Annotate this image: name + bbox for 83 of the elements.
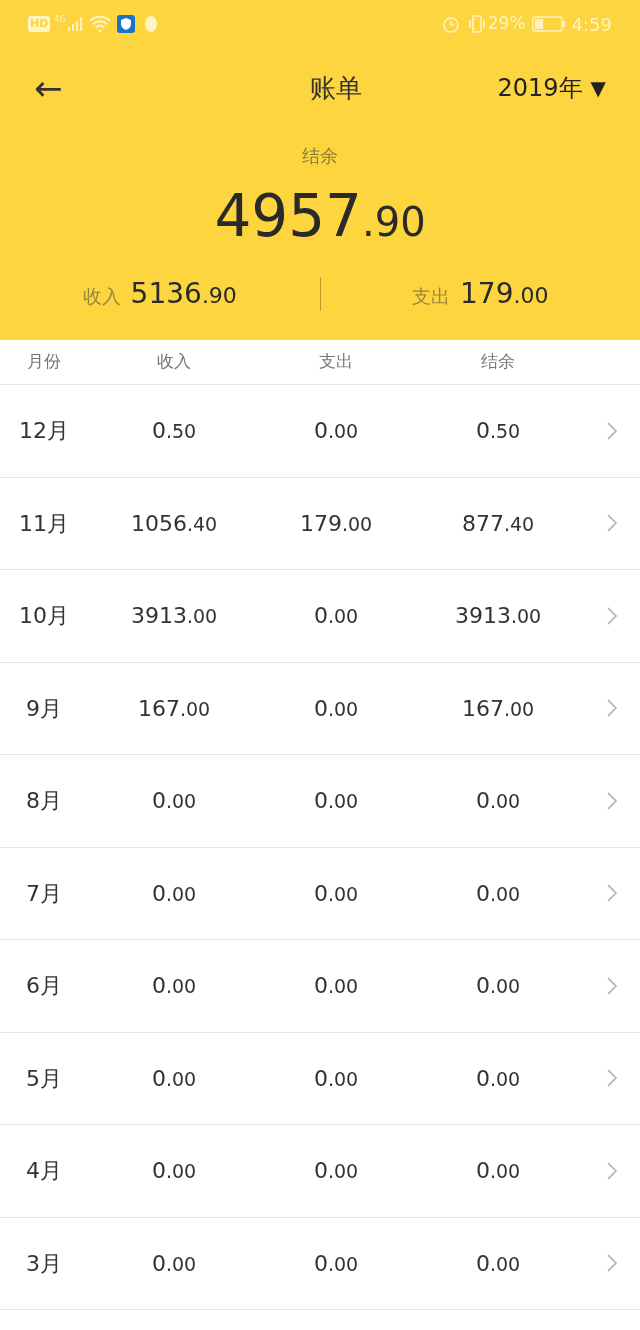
expense-cell-text: 0.00	[313, 1157, 359, 1186]
balance-cell-text: 167.00	[461, 694, 535, 723]
column-header: 支出	[319, 350, 353, 374]
income-cell-text: 0.00	[151, 879, 197, 908]
month-cell-text: 9月	[26, 694, 62, 723]
summary-label: 支出	[412, 284, 450, 309]
column-header: 月份	[27, 350, 61, 374]
month-row[interactable]: 10月 3913.00 0.00 3913.00	[0, 570, 640, 663]
summary-label: 收入	[82, 284, 121, 309]
chevron-right-icon	[606, 420, 618, 441]
month-row[interactable]: 9月 167.00 0.00 167.00	[0, 662, 640, 755]
chevron-right-icon	[606, 1160, 618, 1181]
month-row[interactable]: 8月 0.00 0.00 0.00	[0, 755, 640, 848]
month-cell-text: 4月	[26, 1157, 62, 1186]
network-type: 4G	[54, 14, 66, 26]
balance-cell-text: 0.00	[475, 972, 521, 1001]
clock-time: 4:59	[571, 12, 612, 37]
balance-cell-text: 3913.00	[454, 602, 542, 631]
balance-amount: 4957.90	[214, 187, 426, 245]
expense-cell-text: 0.00	[313, 602, 359, 631]
expense-cell-text: 0.00	[313, 879, 359, 908]
month-row[interactable]: 4月 0.00 0.00 0.00	[0, 1125, 640, 1218]
wifi-icon	[88, 15, 111, 33]
month-cell-text: 10月	[19, 602, 69, 631]
income-cell-text: 0.00	[151, 972, 197, 1001]
chevron-right-icon	[606, 883, 618, 904]
balance-cell-text: 877.40	[461, 509, 535, 538]
expense-cell-text: 0.00	[313, 417, 359, 446]
month-cell-text: 8月	[26, 787, 62, 816]
month-row[interactable]: 11月 1056.40 179.00 877.40	[0, 477, 640, 570]
chevron-right-icon	[606, 1253, 618, 1274]
battery-percent: 29%	[487, 12, 526, 36]
chevron-right-icon	[606, 790, 618, 811]
expense-cell-text: 0.00	[313, 1064, 359, 1093]
balance-cell-text: 0.00	[475, 787, 521, 816]
month-cell-text: 3月	[26, 1249, 62, 1278]
income-cell-text: 0.50	[151, 417, 197, 446]
summary-amount: 5136.90	[130, 276, 237, 312]
expense-cell-text: 0.00	[313, 1249, 359, 1278]
signal-icon	[66, 16, 83, 32]
month-cell-text: 12月	[19, 417, 69, 446]
balance-cell-text: 0.00	[475, 1157, 521, 1186]
shield-app-icon	[116, 15, 135, 33]
battery-icon	[531, 16, 566, 32]
column-header: 结余	[481, 350, 515, 374]
expense-cell-text: 0.00	[313, 694, 359, 723]
month-row[interactable]: 6月 0.00 0.00 0.00	[0, 940, 640, 1033]
balance-cell-text: 0.50	[475, 417, 521, 446]
month-row[interactable]: 3月 0.00 0.00 0.00	[0, 1217, 640, 1310]
balance-cell-text: 0.00	[475, 1064, 521, 1093]
income-cell-text: 0.00	[151, 1249, 197, 1278]
income-cell-text: 167.00	[137, 694, 211, 723]
balance-cell-text: 0.00	[475, 1249, 521, 1278]
year-selector[interactable]: 2019年 ▼	[497, 70, 606, 106]
income-cell-text: 3913.00	[130, 602, 218, 631]
chevron-right-icon	[606, 513, 618, 534]
month-cell-text: 6月	[26, 972, 62, 1001]
chevron-right-icon	[606, 1068, 618, 1089]
income-cell-text: 0.00	[151, 1064, 197, 1093]
chevron-right-icon	[606, 698, 618, 719]
hd-badge: HD	[28, 15, 51, 33]
page-title: 账单	[308, 71, 363, 105]
month-cell-text: 5月	[26, 1064, 62, 1093]
month-row[interactable]: 7月 0.00 0.00 0.00	[0, 847, 640, 940]
column-header: 收入	[157, 350, 191, 374]
income-cell-text: 1056.40	[130, 509, 218, 538]
month-row[interactable]: 5月 0.00 0.00 0.00	[0, 1032, 640, 1125]
vibrate-icon	[467, 15, 486, 33]
chevron-right-icon	[606, 605, 618, 626]
income-cell-text: 0.00	[151, 1157, 197, 1186]
income-cell-text: 0.00	[151, 787, 197, 816]
month-cell-text: 7月	[26, 879, 62, 908]
summary-amount: 179.00	[460, 276, 549, 312]
balance-label: 结余	[302, 144, 338, 168]
alarm-icon	[441, 15, 460, 33]
expense-cell-text: 0.00	[313, 787, 359, 816]
month-row[interactable]: 12月 0.50 0.00 0.50	[0, 385, 640, 478]
month-cell-text: 11月	[19, 509, 69, 538]
expense-cell-text: 0.00	[313, 972, 359, 1001]
balance-cell-text: 0.00	[475, 879, 521, 908]
chevron-right-icon	[606, 975, 618, 996]
back-button[interactable]: ←	[34, 71, 74, 105]
expense-cell-text: 179.00	[299, 509, 373, 538]
